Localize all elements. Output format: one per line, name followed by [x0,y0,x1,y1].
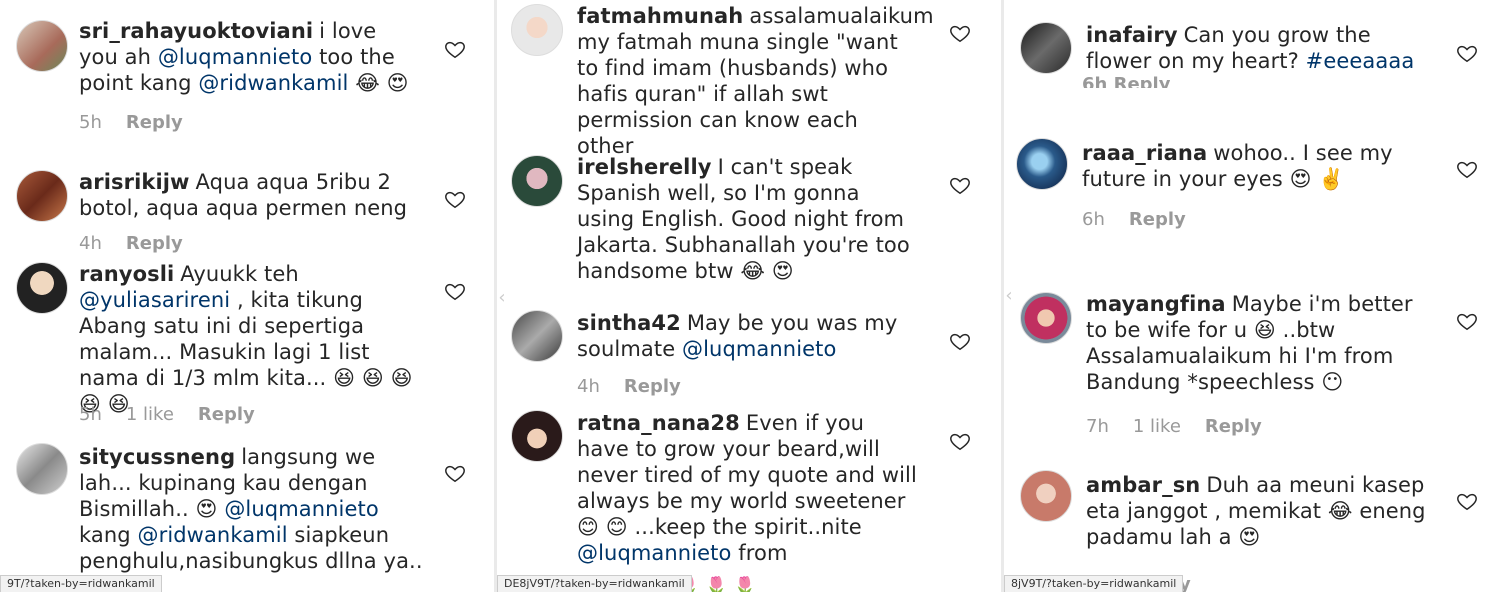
heart-outline-icon[interactable] [1456,490,1478,512]
avatar[interactable] [1020,22,1072,74]
avatar[interactable] [511,4,563,56]
comment-meta: 4h Reply [577,376,705,397]
comment-time: 7h [1086,416,1109,437]
comment-username[interactable]: inafairy [1086,23,1178,47]
reply-button[interactable]: Reply [198,404,255,425]
comment-username[interactable]: ambar_sn [1086,473,1200,497]
chevron-left-icon[interactable]: ‹ [497,286,509,310]
reply-button[interactable]: Reply [1129,209,1186,230]
heart-outline-icon[interactable] [949,174,971,196]
mention-link[interactable]: @luqmannieto [224,497,378,521]
comment-time: 5h [79,112,102,133]
mention-link[interactable]: @luqmannieto [158,45,312,69]
reply-button[interactable]: Reply [624,376,681,397]
comment-username[interactable]: fatmahmunah [577,4,743,28]
comment-text: mayangfina Maybe i'm better to be wife fo… [1086,292,1413,394]
status-url: 9T/?taken-by=ridwankamil [0,575,162,592]
comment-meta: 4h Reply [79,233,207,254]
mention-link[interactable]: @luqmannieto [682,337,836,361]
comment-time: 4h [79,233,102,254]
avatar[interactable] [1016,138,1068,190]
comment-text: sri_rahayuoktoviani i love you ah @luqman… [79,19,409,95]
comment-time: 4h [577,376,600,397]
comments-panel-2: ‹ fatmahmunah assalamualaikum my fatmah m… [497,0,1001,592]
mention-link[interactable]: @ridwankamil [137,523,287,547]
heart-outline-icon[interactable] [1456,42,1478,64]
avatar[interactable] [511,310,563,362]
avatar[interactable] [16,443,68,495]
comment-text: irelsherelly I can't speak Spanish well, … [577,155,910,283]
avatar[interactable] [1020,292,1072,344]
avatar[interactable] [16,170,68,222]
comment-username[interactable]: sintha42 [577,311,681,335]
comment-username[interactable]: irelsherelly [577,155,712,179]
comment-text: ambar_sn Duh aa meuni kasep eta janggot ,… [1086,473,1426,549]
comment-username[interactable]: sitycussneng [79,445,235,469]
comment-text: sintha42 May be you was my soulmate @luqm… [577,311,898,361]
comment-text: inafairy Can you grow the flower on my he… [1086,23,1415,73]
heart-outline-icon[interactable] [444,38,466,60]
comment-meta: 7h 1 like Reply [1086,416,1286,437]
comment-meta: 5h 1 like Reply [79,404,279,425]
comment-username[interactable]: mayangfina [1086,292,1226,316]
comment-time: 6h [1082,209,1105,230]
cut-off-meta: 6h Reply [1082,74,1171,88]
heart-outline-icon[interactable] [444,462,466,484]
likes-count[interactable]: 1 like [126,404,174,425]
comment-text: ratna_nana28 Even if you have to grow you… [577,411,917,565]
comment-text: arisrikijw Aqua aqua 5ribu 2 botol, aqua … [79,170,408,220]
comment-username[interactable]: ratna_nana28 [577,411,740,435]
heart-outline-icon[interactable] [1456,158,1478,180]
chevron-left-icon[interactable]: ‹ [1004,284,1016,308]
comment-text: fatmahmunah assalamualaikum my fatmah mun… [577,4,934,158]
heart-outline-icon[interactable] [444,280,466,302]
status-url: 8jV9T/?taken-by=ridwankamil [1004,575,1184,592]
hashtag-link[interactable]: #eeeaaaa [1306,49,1415,73]
mention-link[interactable]: @ridwankamil [198,71,348,95]
comment-username[interactable]: ranyosli [79,262,174,286]
avatar[interactable] [1020,470,1072,522]
mention-link[interactable]: @yuliasarireni [79,288,230,312]
comment-meta: 5h Reply [79,112,207,133]
mention-link[interactable]: @luqmannieto [577,541,731,565]
comment-text: ranyosli Ayuukk teh @yuliasarireni , kita… [79,262,413,416]
comments-panel-1: sri_rahayuoktoviani i love you ah @luqman… [0,0,494,592]
avatar[interactable] [16,262,68,314]
comment-username[interactable]: raaa_riana [1082,141,1207,165]
comment-text: raaa_riana wohoo.. I see my future in you… [1082,141,1393,191]
heart-outline-icon[interactable] [444,188,466,210]
avatar[interactable] [511,410,563,462]
comment-time: 5h [79,404,102,425]
comment-username[interactable]: arisrikijw [79,170,190,194]
avatar[interactable] [511,155,563,207]
heart-outline-icon[interactable] [949,22,971,44]
status-url: DE8jV9T/?taken-by=ridwankamil [497,575,692,592]
heart-outline-icon[interactable] [949,330,971,352]
heart-outline-icon[interactable] [1456,310,1478,332]
avatar[interactable] [16,20,68,72]
heart-outline-icon[interactable] [949,430,971,452]
comment-meta: 6h Reply [1082,209,1210,230]
comment-username[interactable]: sri_rahayuoktoviani [79,19,313,43]
comments-panel-3: ‹ inafairy Can you grow the flower on my … [1004,0,1510,592]
reply-button[interactable]: Reply [1205,416,1262,437]
reply-button[interactable]: Reply [126,233,183,254]
likes-count[interactable]: 1 like [1133,416,1181,437]
comment-text: sitycussneng langsung we lah... kupinang … [79,445,423,573]
reply-button[interactable]: Reply [126,112,183,133]
